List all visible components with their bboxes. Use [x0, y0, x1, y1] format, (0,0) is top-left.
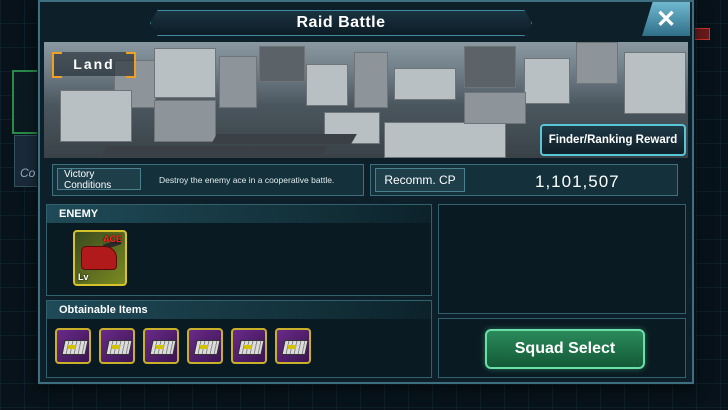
building [384, 122, 506, 158]
building [624, 52, 686, 114]
building [394, 68, 456, 100]
victory-conditions-label: Victory Conditions [57, 168, 141, 191]
recommended-cp-value: 1,101,507 [535, 172, 620, 191]
building [464, 46, 516, 88]
chip-dot [288, 345, 296, 349]
raid-battle-dialog: Raid Battle ✕ Land Finder/Ranking Reward… [38, 0, 694, 384]
close-button[interactable]: ✕ [642, 2, 690, 36]
obtainable-item[interactable] [275, 328, 311, 364]
road [211, 134, 357, 144]
chip-dot [68, 345, 76, 349]
obtainable-item[interactable] [143, 328, 179, 364]
chip-dot [200, 345, 208, 349]
obtainable-item[interactable] [99, 328, 135, 364]
ace-badge: ACE [102, 234, 122, 244]
stage-banner: Land Finder/Ranking Reward [44, 42, 688, 158]
tank-icon [81, 246, 117, 270]
building [219, 56, 257, 108]
level-mark: Lv [78, 272, 89, 282]
obtainable-items-panel: Obtainable Items [46, 300, 432, 378]
obtainable-items-header: Obtainable Items [47, 301, 431, 319]
close-icon: ✕ [655, 5, 677, 33]
chip-dot [112, 345, 120, 349]
building [154, 100, 216, 142]
recommended-cp-label: Recomm. CP [375, 168, 465, 192]
enemy-panel: ENEMY ACE Lv [46, 204, 432, 296]
squad-select-panel: Squad Select [438, 318, 686, 378]
enemy-panel-header: ENEMY [47, 205, 431, 223]
victory-conditions-text: Destroy the enemy ace in a cooperative b… [159, 175, 335, 185]
building [306, 64, 348, 106]
dialog-title: Raid Battle [150, 10, 532, 36]
building [60, 90, 132, 142]
building [354, 52, 388, 108]
road [101, 146, 327, 156]
building [154, 48, 216, 98]
obtainable-item[interactable] [55, 328, 91, 364]
building [576, 42, 618, 84]
enemy-ace-unit-icon[interactable]: ACE Lv [73, 230, 127, 286]
chip-dot [156, 345, 164, 349]
squad-select-button[interactable]: Squad Select [485, 329, 645, 369]
building [259, 46, 305, 82]
empty-info-panel [438, 204, 686, 314]
obtainable-item[interactable] [187, 328, 223, 364]
building [464, 92, 526, 124]
victory-conditions-bar: Victory Conditions Destroy the enemy ace… [52, 164, 364, 196]
recommended-cp-bar: Recomm. CP 1,101,507 [370, 164, 678, 196]
background-partial-label: Co [20, 166, 36, 180]
building [524, 58, 570, 104]
terrain-label: Land [52, 52, 136, 78]
obtainable-item[interactable] [231, 328, 267, 364]
finder-ranking-reward-button[interactable]: Finder/Ranking Reward [540, 124, 686, 156]
chip-dot [244, 345, 252, 349]
